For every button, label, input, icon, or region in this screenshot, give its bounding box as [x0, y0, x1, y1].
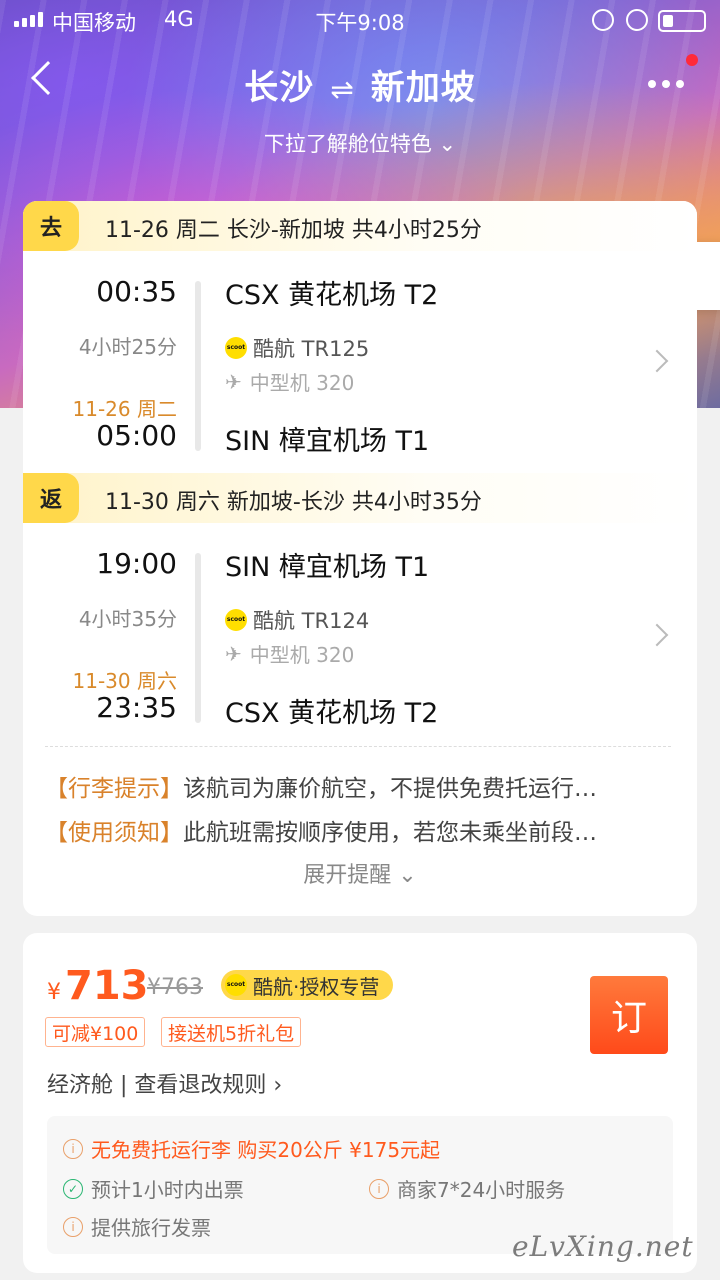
more-icon[interactable]	[648, 80, 684, 88]
notification-dot	[686, 54, 698, 66]
inbound-duration: 4小时35分	[78, 607, 177, 631]
outbound-header: 去 11-26 周二 长沙-新加坡 共4小时25分	[23, 201, 697, 251]
outbound-title: 11-26 周二 长沙-新加坡 共4小时25分	[105, 218, 482, 243]
status-bar: 中国移动 4G 下午9:08	[0, 0, 720, 40]
cabin-rules-link[interactable]: 经济舱 | 查看退改规则 ›	[47, 1067, 282, 1099]
info-icon: i	[63, 1138, 83, 1159]
inbound-dep-airport: SIN 樟宜机场 T1	[225, 552, 430, 583]
outbound-aircraft-label: 中型机 320	[249, 371, 355, 395]
inbound-airline-label: 酷航 TR124	[253, 609, 370, 633]
price: ¥713	[47, 963, 149, 1009]
baggage-note-text: 该航司为廉价航空，不提供免费托运行…	[183, 776, 597, 802]
swap-arrow-icon: ⇌	[330, 73, 355, 106]
inbound-arr-date: 11-30 周六	[72, 669, 177, 693]
authorized-badge: scoot 酷航·授权专营	[221, 970, 394, 1000]
inbound-tag: 返	[23, 473, 79, 523]
usage-note-text: 此航班需按顺序使用，若您未乘坐前段…	[183, 820, 597, 846]
nav-bar: 长沙 ⇌ 新加坡	[0, 40, 720, 130]
plane-icon: ✈	[225, 369, 242, 394]
outbound-tag: 去	[23, 201, 79, 251]
route-from: 长沙	[244, 68, 315, 108]
rotation-lock-icon	[592, 9, 614, 31]
outbound-dep-time: 00:35	[96, 275, 177, 308]
invoice-service-text: 提供旅行发票	[91, 1216, 211, 1240]
outbound-duration: 4小时25分	[78, 335, 177, 359]
ticketing-service-text: 预计1小时内出票	[91, 1178, 244, 1202]
outbound-timeline	[195, 281, 201, 451]
itinerary-card: 去 11-26 周二 长沙-新加坡 共4小时25分 00:35 4小时25分 1…	[23, 201, 697, 916]
inbound-timeline	[195, 553, 201, 723]
currency-symbol: ¥	[47, 980, 61, 1005]
check-icon: ✓	[63, 1178, 83, 1199]
chevron-right-icon	[645, 623, 669, 647]
outbound-airline-label: 酷航 TR125	[253, 337, 370, 361]
baggage-service: i 无免费托运行李 购买20公斤 ¥175元起	[63, 1134, 440, 1163]
divider	[45, 746, 671, 747]
gift-chip[interactable]: 接送机5折礼包	[161, 1017, 302, 1047]
watermark: eLvXing.net	[512, 1230, 694, 1263]
ticketing-service: ✓ 预计1小时内出票	[63, 1174, 244, 1203]
pull-down-label: 下拉了解舱位特色	[263, 132, 432, 156]
outbound-arr-time: 05:00	[96, 419, 177, 452]
expand-reminders-button[interactable]: 展开提醒 ⌄	[23, 857, 697, 889]
authorized-label: 酷航·授权专营	[253, 974, 380, 999]
original-price: ¥763	[147, 975, 203, 1000]
route-to: 新加坡	[370, 68, 476, 108]
inbound-header: 返 11-30 周六 新加坡-长沙 共4小时35分	[23, 473, 697, 523]
inbound-aircraft-label: 中型机 320	[249, 643, 355, 667]
discount-chip[interactable]: 可减¥100	[45, 1017, 146, 1047]
invoice-service: i 提供旅行发票	[63, 1212, 211, 1241]
plane-icon: ✈	[225, 641, 242, 666]
chevron-down-icon: ⌄	[438, 132, 457, 156]
info-icon: i	[63, 1216, 83, 1237]
route-title: 长沙 ⇌ 新加坡	[0, 60, 720, 109]
book-button[interactable]: 订	[590, 976, 668, 1054]
info-icon: i	[369, 1178, 389, 1199]
pull-down-hint[interactable]: 下拉了解舱位特色 ⌄	[0, 128, 720, 158]
inbound-aircraft: ✈ 中型机 320	[225, 639, 354, 668]
scoot-logo-icon: scoot	[225, 974, 247, 996]
scoot-logo-icon: scoot	[225, 609, 247, 631]
outbound-airline: scoot 酷航 TR125	[225, 333, 369, 363]
support-service: i 商家7*24小时服务	[369, 1174, 565, 1203]
support-service-text: 商家7*24小时服务	[397, 1178, 566, 1202]
baggage-service-text: 无免费托运行李 购买20公斤 ¥175元起	[91, 1138, 441, 1162]
baggage-note: 【行李提示】该航司为廉价航空，不提供免费托运行…	[45, 769, 597, 803]
scoot-logo-icon: scoot	[225, 337, 247, 359]
price-value: 713	[65, 963, 149, 1009]
inbound-title: 11-30 周六 新加坡-长沙 共4小时35分	[105, 490, 482, 515]
inbound-arr-airport: CSX 黄花机场 T2	[225, 698, 439, 729]
usage-note-label: 【使用须知】	[45, 820, 183, 846]
baggage-note-label: 【行李提示】	[45, 776, 183, 802]
inbound-dep-time: 19:00	[96, 547, 177, 580]
battery-icon	[658, 10, 706, 32]
outbound-aircraft: ✈ 中型机 320	[225, 367, 354, 396]
inbound-arr-time: 23:35	[96, 691, 177, 724]
outbound-arr-date: 11-26 周二	[72, 397, 177, 421]
chevron-right-icon	[645, 349, 669, 373]
alarm-icon	[626, 9, 648, 31]
usage-note: 【使用须知】此航班需按顺序使用，若您未乘坐前段…	[45, 813, 597, 847]
offer-card: ¥713 ¥763 scoot 酷航·授权专营 可减¥100 接送机5折礼包 经济…	[23, 933, 697, 1273]
outbound-dep-airport: CSX 黄花机场 T2	[225, 280, 439, 311]
outbound-arr-airport: SIN 樟宜机场 T1	[225, 426, 430, 457]
inbound-airline: scoot 酷航 TR124	[225, 605, 369, 635]
